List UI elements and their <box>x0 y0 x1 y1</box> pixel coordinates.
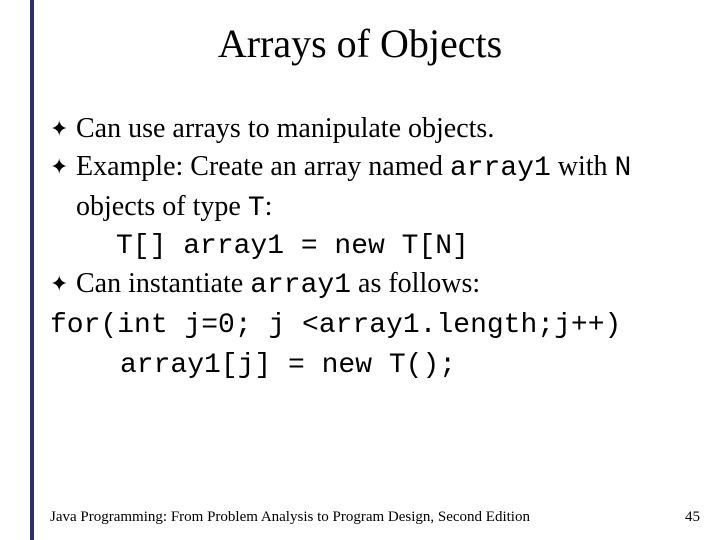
text-fragment: objects of type <box>76 191 248 222</box>
bullet-item: ✦ Example: Create an array named array1 … <box>50 148 710 188</box>
footer-text: Java Programming: From Problem Analysis … <box>50 509 530 526</box>
bullet-text: Can use arrays to manipulate objects. <box>76 110 710 148</box>
text-fragment: : <box>265 191 273 222</box>
bullet-glyph-icon: ✦ <box>50 148 76 186</box>
bullet-text: Example: Create an array named array1 wi… <box>76 148 710 188</box>
bullet-item: ✦ Can use arrays to manipulate objects. <box>50 110 710 148</box>
bullet-continuation: objects of type T: <box>50 188 710 228</box>
text-fragment: with <box>551 151 615 182</box>
slide-title: Arrays of Objects <box>0 20 720 67</box>
slide-body: ✦ Can use arrays to manipulate objects. … <box>50 110 710 385</box>
bullet-text: Can instantiate array1 as follows: <box>76 265 710 305</box>
code-text: T[] array1 = new T[N] <box>76 228 710 266</box>
bullet-glyph-icon: ✦ <box>50 265 76 303</box>
bullet-glyph-icon: ✦ <box>50 110 76 148</box>
code-line: for(int j=0; j <array1.length;j++) <box>50 305 710 345</box>
text-fragment: Can instantiate <box>76 268 250 299</box>
slide: Arrays of Objects ✦ Can use arrays to ma… <box>0 0 720 540</box>
text-fragment: as follows: <box>351 268 480 299</box>
code-line: array1[j] = new T(); <box>50 345 710 385</box>
code-text: for(int j=0; j <array1.length;j++) <box>50 310 621 341</box>
page-number: 45 <box>685 509 700 526</box>
sidebar-rule <box>0 0 34 540</box>
code-fragment: T <box>248 193 265 224</box>
code-line: T[] array1 = new T[N] <box>50 228 710 266</box>
text-fragment: Example: Create an array named <box>76 151 450 182</box>
code-fragment: array1 <box>250 270 351 301</box>
footer: Java Programming: From Problem Analysis … <box>50 509 700 526</box>
code-fragment: N <box>615 153 632 184</box>
bullet-item: ✦ Can instantiate array1 as follows: <box>50 265 710 305</box>
bullet-text: objects of type T: <box>76 188 710 228</box>
code-text: array1[j] = new T(); <box>120 350 456 381</box>
code-fragment: array1 <box>450 153 551 184</box>
